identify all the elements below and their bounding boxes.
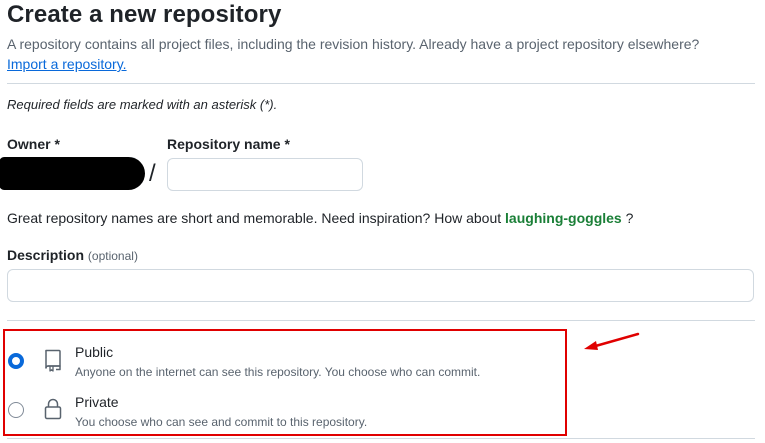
- annotation-highlight-box: [3, 329, 567, 436]
- divider: [7, 83, 755, 84]
- repository-name-input[interactable]: [167, 158, 363, 191]
- divider: [7, 438, 755, 439]
- required-fields-note: Required fields are marked with an aster…: [7, 97, 278, 112]
- description-label: Description (optional): [7, 246, 138, 265]
- repository-name-label: Repository name *: [167, 136, 290, 152]
- annotation-arrow-icon: [584, 332, 640, 350]
- optional-tag: (optional): [87, 249, 138, 263]
- description-label-text: Description: [7, 247, 85, 263]
- redacted-owner: [0, 157, 145, 190]
- page-subtitle: A repository contains all project files,…: [7, 36, 700, 52]
- divider: [7, 320, 755, 321]
- repository-name-hint: Great repository names are short and mem…: [7, 208, 633, 228]
- owner-repo-separator: /: [149, 160, 156, 187]
- description-input[interactable]: [7, 269, 754, 302]
- page-title: Create a new repository: [7, 1, 282, 28]
- name-suggestion-link[interactable]: laughing-goggles: [505, 210, 622, 226]
- import-repository-link[interactable]: Import a repository.: [7, 55, 127, 74]
- hint-suffix: ?: [625, 210, 634, 226]
- hint-text: Great repository names are short and mem…: [7, 210, 502, 226]
- owner-label: Owner *: [7, 136, 60, 152]
